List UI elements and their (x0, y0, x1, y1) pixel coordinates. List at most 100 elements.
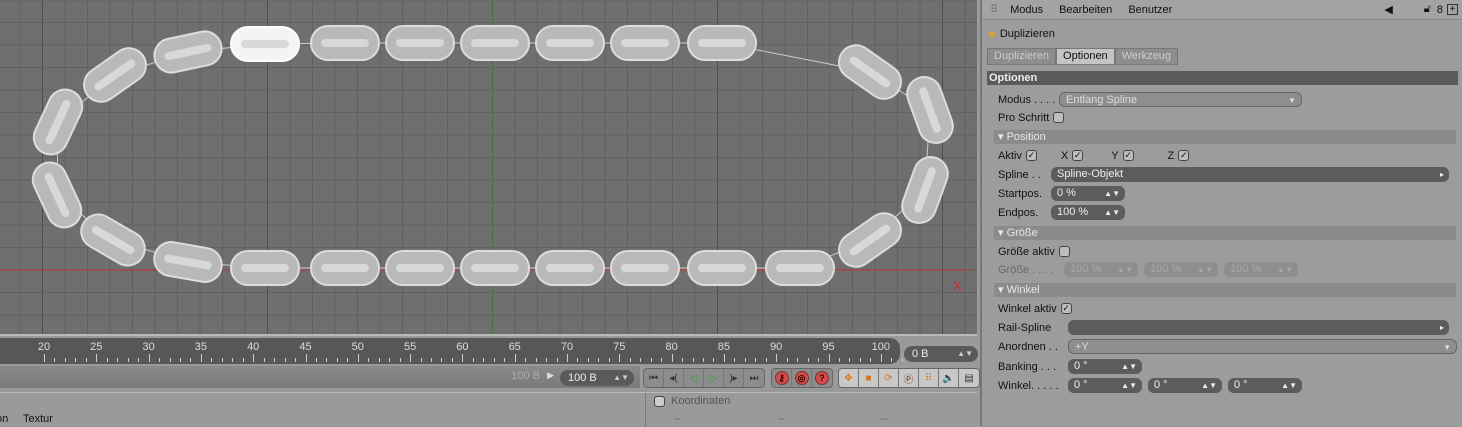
capsule-clone (153, 30, 223, 74)
coordinates-checkbox[interactable] (654, 396, 665, 407)
banking-field[interactable]: 0 ° ▲▼ (1068, 359, 1142, 374)
rotate-icon[interactable]: ⟳ (879, 369, 899, 387)
new-panel-icon[interactable]: + (1447, 4, 1458, 15)
play-backward-button[interactable]: ◁ (684, 369, 704, 387)
timeline-tick-label: 95 (822, 341, 835, 353)
spline-pick-icon[interactable]: ▸ (1440, 167, 1444, 182)
timeline-tick-label: 70 (560, 341, 574, 353)
y-label: Y (1111, 149, 1119, 162)
section-winkel[interactable]: ▾ Winkel (994, 283, 1456, 297)
pro-schritt-checkbox[interactable] (1053, 112, 1065, 123)
spline-link-field[interactable]: Spline-Objekt ▸ (1051, 167, 1449, 182)
y-checkbox[interactable]: ✓ (1122, 150, 1134, 161)
spline-path (56, 42, 931, 269)
timeline-tick (148, 354, 150, 362)
aktiv-checkbox[interactable]: ✓ (1025, 150, 1037, 161)
timeline-tick (106, 358, 108, 362)
groesse-x-field[interactable]: 100 % ▲▼ (1064, 262, 1138, 277)
key-icon: ⚷ (774, 371, 789, 385)
modus-dropdown[interactable]: Entlang Spline ▼ (1059, 92, 1302, 107)
auto-key-button[interactable]: ◎ (792, 369, 812, 387)
capsule-highlight (698, 39, 746, 47)
sound-icon[interactable]: 🔈 (939, 369, 959, 387)
transport-controls: ⏮ ◂( ◁ ▷ )▸ ⏭ (643, 368, 765, 388)
rail-pick-icon[interactable]: ▸ (1440, 320, 1444, 335)
groesse-aktiv-checkbox[interactable] (1058, 246, 1070, 257)
link-icon[interactable]: 8 (1437, 4, 1443, 16)
time-range-slider[interactable]: 100 B ▶ (0, 366, 640, 388)
modus-label: Modus . . . . (998, 93, 1056, 106)
z-checkbox[interactable]: ✓ (1178, 150, 1190, 161)
startpos-field[interactable]: 0 % ▲▼ (1051, 186, 1125, 201)
timeline-tick-label: 20 (37, 341, 51, 353)
tab-duplizieren[interactable]: Duplizieren (987, 48, 1057, 65)
capsule-clone (535, 250, 605, 286)
3d-viewport[interactable]: X (0, 0, 977, 336)
section-groesse[interactable]: ▾ Größe (994, 226, 1456, 240)
timeline-tick (315, 358, 317, 362)
back-arrow-icon[interactable]: ◀ (1384, 3, 1392, 16)
timeline-tick (859, 358, 861, 362)
timeline-tick (253, 354, 255, 362)
up-arrow-icon[interactable]: △ (1409, 3, 1417, 16)
viewport-canvas[interactable] (0, 0, 977, 336)
timeline-tick (525, 358, 527, 362)
timeline-tick-label: 45 (299, 341, 312, 353)
rail-spline-field[interactable]: ▸ (1068, 320, 1449, 335)
lock-icon[interactable]: 🔓︎ (1424, 3, 1431, 16)
current-frame-field[interactable]: 0 B ▲▼ (904, 346, 978, 362)
endpos-label: Endpos. (998, 206, 1039, 219)
winkel-label: Winkel. . . . . (998, 379, 1059, 392)
move-icon[interactable]: ✥ (839, 369, 859, 387)
winkel-p-field[interactable]: 0 ° ▲▼ (1148, 378, 1222, 393)
winkel-aktiv-checkbox[interactable]: ✓ (1060, 303, 1072, 314)
points-icon[interactable]: ⠿ (919, 369, 939, 387)
timeline-ruler[interactable]: 20 25 30 35 40 45 50 55 60 65 70 75 80 85 90 95 100 (0, 338, 924, 364)
timeline-tick-label: 25 (90, 341, 103, 353)
timeline-tick (221, 358, 223, 362)
timeline-tick-label: 100 (871, 341, 890, 353)
tab-werkzeug[interactable]: Werkzeug (1114, 48, 1179, 65)
capsule-clone (310, 250, 380, 286)
timeline-tick (807, 358, 809, 362)
banking-label: Banking . . . (998, 360, 1057, 373)
timeline-tick (901, 358, 903, 362)
endpos-field[interactable]: 100 % ▲▼ (1051, 205, 1125, 220)
record-key-button[interactable]: ⚷ (772, 369, 792, 387)
next-key-button[interactable]: )▸ (724, 369, 744, 387)
groesse-y-field[interactable]: 100 % ▲▼ (1144, 262, 1218, 277)
groesse-z-field[interactable]: 100 % ▲▼ (1224, 262, 1298, 277)
timeline-tick (567, 354, 568, 362)
param-icon[interactable]: Ⓟ (899, 369, 919, 387)
tab-optionen[interactable]: Optionen (1056, 48, 1115, 65)
tab-partial[interactable]: on (0, 413, 8, 425)
menu-modus[interactable]: Modus (1010, 4, 1043, 16)
capsule-highlight (321, 264, 369, 272)
anordnen-dropdown[interactable]: +Y ▼ (1068, 339, 1457, 354)
tab-textur[interactable]: Textur (23, 413, 53, 425)
forward-arrow-icon[interactable]: ▷ (1397, 3, 1405, 16)
help-key-button[interactable]: ? (812, 369, 832, 387)
capsule-clone (610, 25, 680, 61)
go-start-button[interactable]: ⏮ (644, 369, 664, 387)
winkel-h-field[interactable]: 0 ° ▲▼ (1068, 378, 1142, 393)
menu-bearbeiten[interactable]: Bearbeiten (1059, 4, 1112, 16)
timeline-tick-label: 35 (194, 341, 208, 353)
play-forward-button[interactable]: ▷ (704, 369, 724, 387)
prev-key-button[interactable]: ◂( (664, 369, 684, 387)
menu-benutzer[interactable]: Benutzer (1128, 4, 1172, 16)
timeline-tick (682, 358, 684, 362)
winkel-b-field[interactable]: 0 ° ▲▼ (1228, 378, 1302, 393)
section-position[interactable]: ▾ Position (994, 130, 1456, 144)
x-checkbox[interactable]: ✓ (1072, 150, 1084, 161)
timeline-tick (608, 358, 610, 362)
go-end-button[interactable]: ⏭ (744, 369, 764, 387)
range-end-small: 100 B (511, 370, 540, 382)
layout-icon[interactable]: ▤ (959, 369, 979, 387)
aktiv-label: Aktiv (998, 149, 1022, 162)
timeline-tick (179, 358, 181, 362)
rail-spline-label: Rail-Spline (998, 321, 1052, 334)
scale-icon[interactable]: ■ (859, 369, 879, 387)
range-end-field[interactable]: 100 B ▲▼ (560, 370, 634, 386)
z-label: Z (1167, 149, 1175, 162)
